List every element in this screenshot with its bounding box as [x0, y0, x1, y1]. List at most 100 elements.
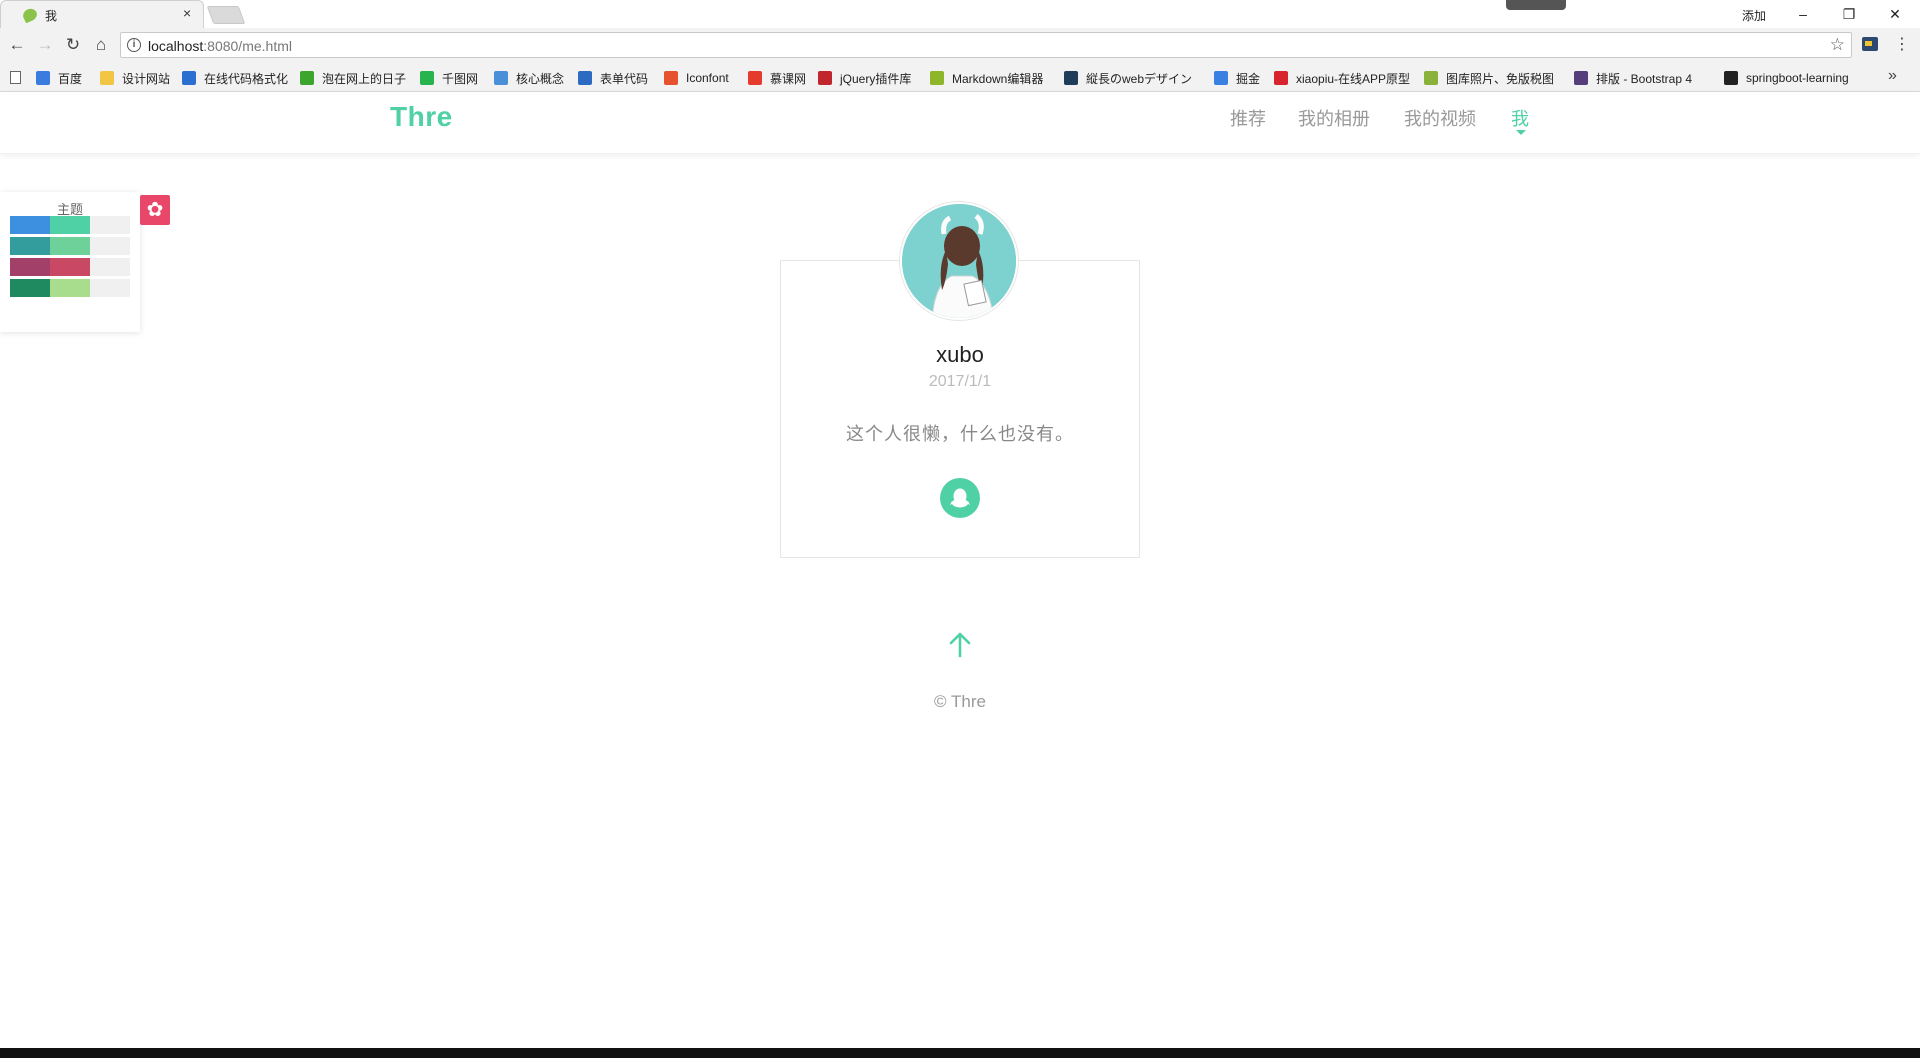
- bookmark-item[interactable]: 图库照片、免版税图: [1424, 69, 1554, 87]
- piu-icon: [1274, 71, 1288, 85]
- bookmark-label: 千图网: [442, 71, 479, 86]
- grid-icon: [1064, 71, 1078, 85]
- bookmark-label: 设计网站: [122, 71, 171, 86]
- photo-icon: [1424, 71, 1438, 85]
- qq-contact-button[interactable]: [940, 478, 980, 518]
- minimize-button[interactable]: –: [1780, 2, 1826, 26]
- nav-recommend[interactable]: 推荐: [1230, 105, 1266, 131]
- restore-button[interactable]: ❐: [1826, 2, 1872, 26]
- dot-icon: [494, 71, 508, 85]
- bookmarks-bar: 百度 设计网站 在线代码格式化 泡在网上的日子 千图网 核心概念 表单代码 Iconfont 慕…: [0, 64, 1920, 92]
- theme-swatch-background: [90, 258, 130, 276]
- address-bar[interactable]: i localhost:8080/me.html ☆: [120, 32, 1852, 58]
- web-page: Thre 推荐 我的相册 我的视频 我 主题 ✿ xubo 2017/1/1 这…: [0, 92, 1920, 1048]
- theme-option[interactable]: [10, 258, 130, 276]
- bookmark-label: 慕课网: [770, 71, 807, 86]
- bookmark-item[interactable]: 表单代码: [578, 69, 648, 87]
- browser-menu-icon[interactable]: ⋮: [1894, 34, 1910, 54]
- browser-toolbar: ← → ↻ ⌂ i localhost:8080/me.html ☆ ⋮: [0, 28, 1920, 64]
- arrow-up-icon: [949, 632, 971, 658]
- qq-icon: [950, 488, 970, 508]
- theme-panel: 主题: [0, 192, 140, 332]
- bookmark-item[interactable]: 慕课网: [748, 69, 806, 87]
- gear-icon[interactable]: ✿: [140, 195, 170, 225]
- theme-swatch-color: [50, 216, 90, 234]
- bookmark-item[interactable]: xiaopiu-在线APP原型: [1274, 69, 1410, 87]
- bookmark-label: 表单代码: [600, 71, 649, 86]
- nav-my-albums[interactable]: 我的相册: [1298, 105, 1370, 131]
- bookmark-item[interactable]: Markdown编辑器: [930, 69, 1043, 87]
- theme-swatch-color: [10, 258, 50, 276]
- forward-arrow-icon[interactable]: →: [34, 34, 56, 56]
- active-nav-caret-icon: [1516, 130, 1526, 135]
- bookmark-item[interactable]: 设计网站: [100, 69, 170, 87]
- theme-option[interactable]: [10, 216, 130, 234]
- url-text[interactable]: localhost:8080/me.html: [148, 38, 292, 54]
- profile-label[interactable]: 添加: [1742, 7, 1766, 24]
- apps-page-icon[interactable]: [10, 71, 21, 84]
- close-window-button[interactable]: ✕: [1872, 2, 1918, 26]
- bookmark-label: springboot-learning: [1746, 71, 1849, 85]
- iconfont-icon: [664, 71, 678, 85]
- theme-swatch-color: [10, 216, 50, 234]
- theme-swatch-color: [50, 279, 90, 297]
- bookmark-item[interactable]: 泡在网上的日子: [300, 69, 406, 87]
- nav-my-videos[interactable]: 我的视频: [1404, 105, 1476, 131]
- url-host: localhost: [148, 38, 204, 54]
- bookmark-item[interactable]: 核心概念: [494, 69, 564, 87]
- profile-bio: 这个人很懒，什么也没有。: [846, 424, 1074, 444]
- bookmark-label: xiaopiu-在线APP原型: [1296, 71, 1411, 86]
- leaf-icon: [21, 6, 39, 24]
- bookmark-item[interactable]: 百度: [36, 69, 82, 87]
- reload-icon[interactable]: ↻: [62, 34, 84, 56]
- fire-icon: [748, 71, 762, 85]
- j-icon: [300, 71, 314, 85]
- bookmark-item[interactable]: 在线代码格式化: [182, 69, 288, 87]
- footer-copyright: © Thre: [934, 692, 986, 711]
- c-icon: [182, 71, 196, 85]
- m-icon: [930, 71, 944, 85]
- bookmark-label: 縦長のwebデザイン: [1086, 71, 1193, 86]
- bookmark-item[interactable]: 排版 - Bootstrap 4: [1574, 69, 1692, 87]
- back-arrow-icon[interactable]: ←: [6, 34, 28, 56]
- tab-strip: 我 × 添加 – ❐ ✕: [0, 0, 1920, 28]
- new-tab-button[interactable]: [206, 6, 246, 24]
- folder-icon: [100, 71, 114, 85]
- bookmark-label: 泡在网上的日子: [322, 71, 407, 86]
- bookmark-item[interactable]: 掘金: [1214, 69, 1260, 87]
- bookmark-item[interactable]: 千图网: [420, 69, 478, 87]
- back-to-top-button[interactable]: [940, 624, 980, 664]
- theme-option[interactable]: [10, 279, 130, 297]
- url-path: :8080/me.html: [203, 38, 292, 54]
- bookmark-label: Iconfont: [686, 71, 729, 85]
- site-logo[interactable]: Thre: [390, 101, 453, 133]
- jquery-icon: [818, 71, 832, 85]
- profile-join-date: 2017/1/1: [928, 373, 992, 390]
- bookmark-item[interactable]: jQuery插件库: [818, 69, 911, 87]
- bookmark-item[interactable]: springboot-learning: [1724, 69, 1849, 87]
- bookmark-label: 掘金: [1236, 71, 1261, 86]
- theme-swatch-background: [90, 279, 130, 297]
- bookmark-item[interactable]: 縦長のwebデザイン: [1064, 69, 1192, 87]
- home-icon[interactable]: ⌂: [90, 34, 112, 56]
- nav-me[interactable]: 我: [1511, 105, 1529, 131]
- bookmark-star-icon[interactable]: ☆: [1830, 35, 1845, 55]
- bookmarks-overflow-button[interactable]: »: [1888, 67, 1897, 85]
- extension-icon[interactable]: [1862, 37, 1878, 51]
- browser-tab-active[interactable]: 我 ×: [0, 0, 204, 28]
- os-taskbar: [0, 1048, 1920, 1058]
- theme-swatch-background: [90, 237, 130, 255]
- bookmark-label: 在线代码格式化: [204, 71, 289, 86]
- tab-close-button[interactable]: ×: [183, 5, 191, 21]
- theme-swatch-color: [50, 237, 90, 255]
- theme-option[interactable]: [10, 237, 130, 255]
- bookmark-item[interactable]: Iconfont: [664, 69, 729, 87]
- theme-swatch-background: [90, 216, 130, 234]
- github-icon: [1724, 71, 1738, 85]
- site-header: Thre 推荐 我的相册 我的视频 我: [0, 92, 1920, 154]
- bookmark-label: 百度: [58, 71, 83, 86]
- form-icon: [578, 71, 592, 85]
- theme-swatch-color: [10, 237, 50, 255]
- info-icon[interactable]: i: [127, 38, 141, 52]
- profile-username: xubo: [936, 342, 984, 367]
